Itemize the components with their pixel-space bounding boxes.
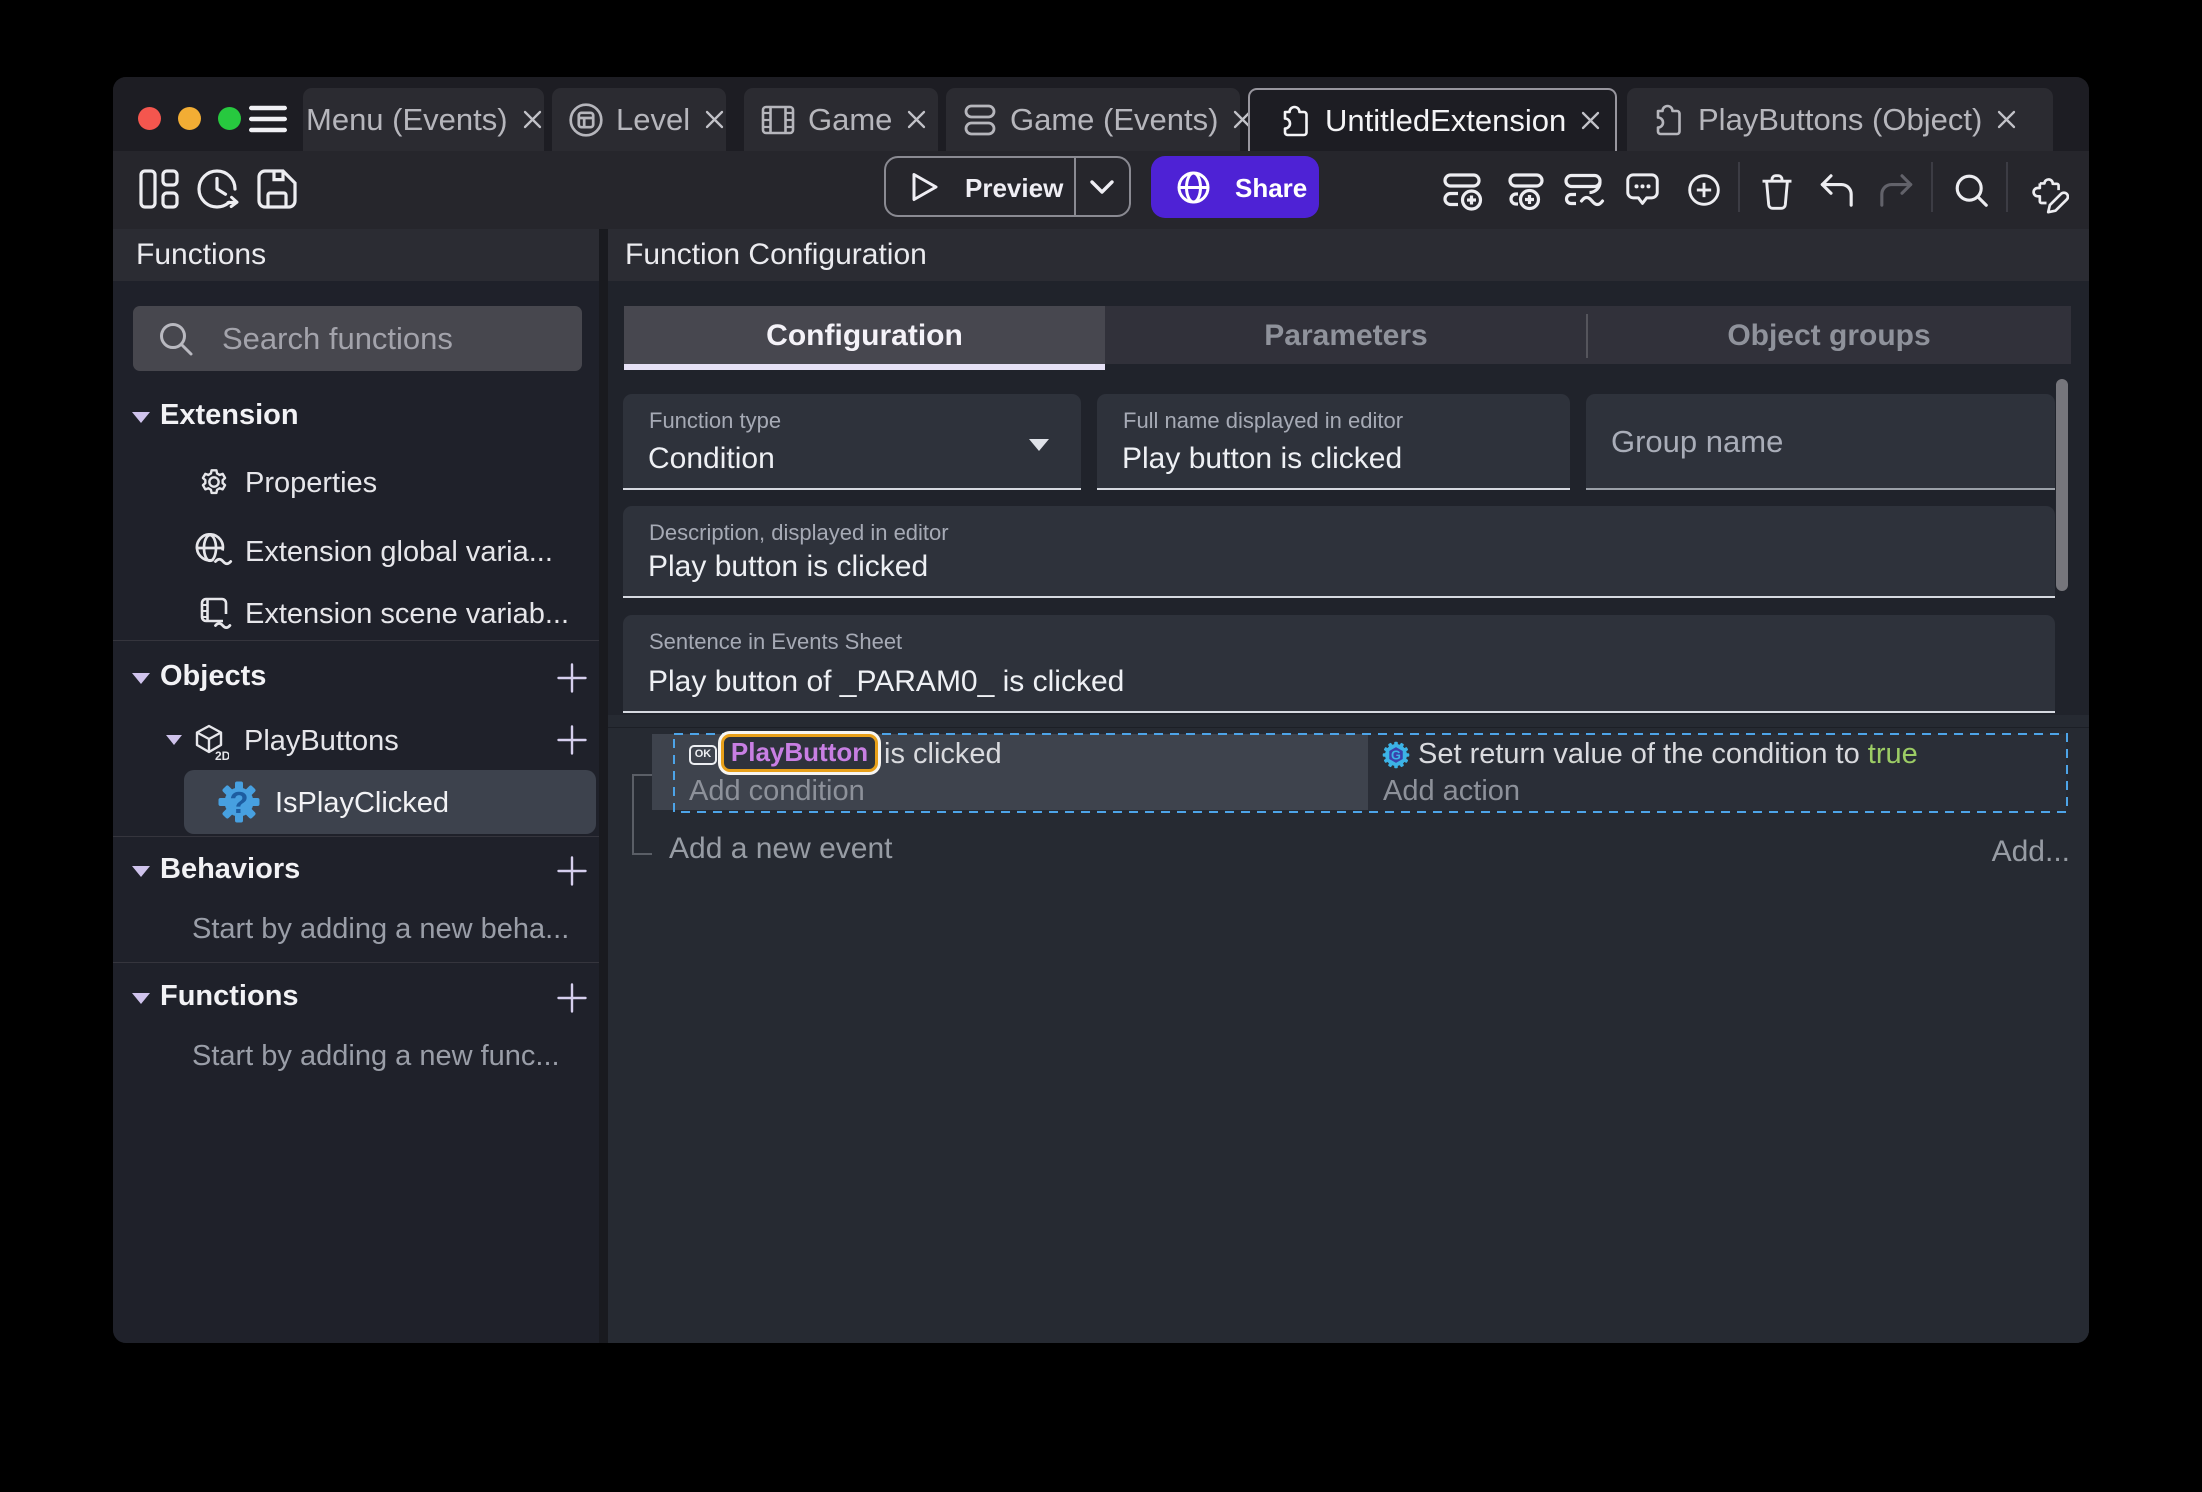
svg-text:?: ? — [230, 785, 249, 820]
svg-text:G: G — [1391, 748, 1401, 763]
svg-text:2D: 2D — [215, 749, 229, 761]
